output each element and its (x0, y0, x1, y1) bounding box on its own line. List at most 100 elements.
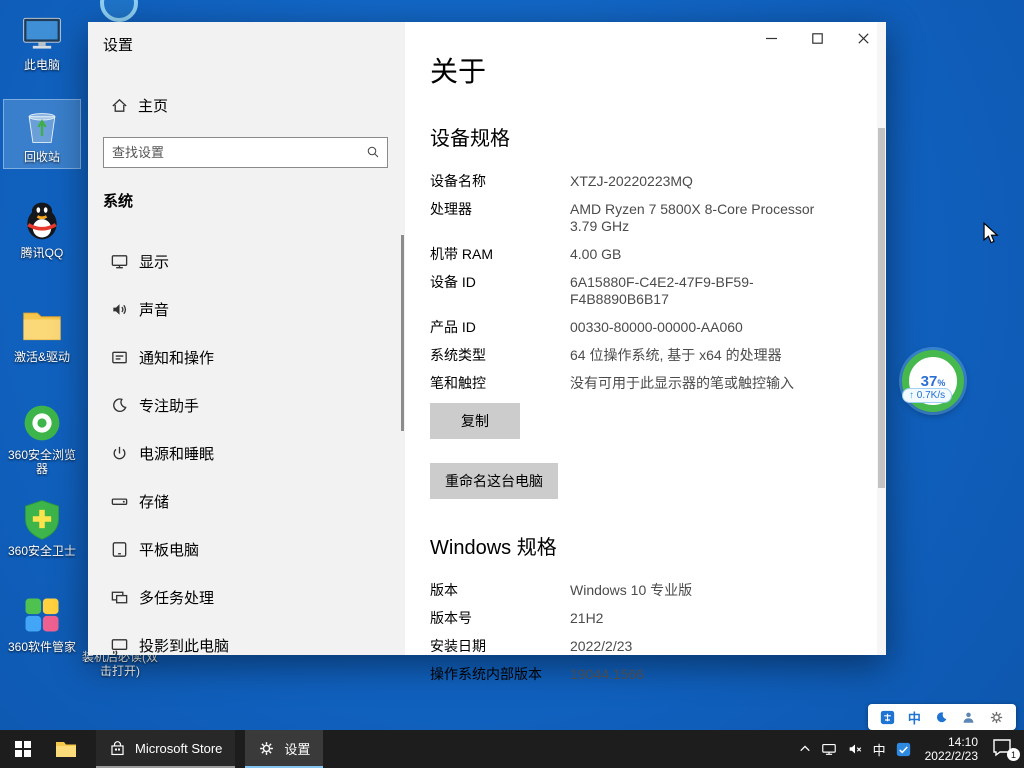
minimize-icon (766, 33, 777, 44)
rename-pc-button[interactable]: 重命名这台电脑 (430, 463, 558, 499)
desktop-icon-qq[interactable]: 腾讯QQ (4, 196, 80, 264)
windows-spec-heading: Windows 规格 (430, 531, 830, 560)
taskbar-app-label: 设置 (284, 739, 310, 758)
start-button[interactable] (0, 730, 46, 768)
device-spec-heading: 设备规格 (430, 122, 830, 151)
sidebar-item-tablet[interactable]: 平板电脑 (88, 525, 405, 573)
sidebar-item-home[interactable]: 主页 (88, 85, 405, 125)
desktop-icon-partial[interactable] (100, 0, 138, 22)
sidebar-nav-list: 显示 声音 通知和操作 专注助手 电源和睡眠 存储 (88, 237, 405, 669)
close-icon (858, 33, 869, 44)
net-speed-bubble: ↑ 0.7K/s (902, 388, 952, 403)
maximize-button[interactable] (794, 22, 840, 54)
person-icon[interactable] (961, 710, 976, 725)
spec-row-os-build: 操作系统内部版本 19044.1566 (430, 666, 830, 683)
360-browser-icon (20, 401, 64, 445)
spec-value: 64 位操作系统, 基于 x64 的处理器 (570, 347, 782, 364)
ime-logo-icon[interactable] (880, 710, 895, 725)
spec-value: 没有可用于此显示器的笔或触控输入 (570, 375, 794, 392)
chevron-up-icon (799, 743, 811, 755)
folder-icon (20, 303, 64, 347)
main-scrollbar-thumb[interactable] (878, 128, 885, 488)
tray-volume-muted[interactable] (847, 730, 863, 768)
close-button[interactable] (840, 22, 886, 54)
sidebar-item-label: 存储 (139, 491, 169, 512)
copy-button[interactable]: 复制 (430, 403, 520, 439)
desktop-icon-label: 此电脑 (24, 58, 60, 72)
spec-value: 21H2 (570, 610, 603, 627)
desktop-icon-360-browser[interactable]: 360安全浏览器 (4, 398, 80, 480)
sidebar-item-multitasking[interactable]: 多任务处理 (88, 573, 405, 621)
spec-row-device-name: 设备名称 XTZJ-20220223MQ (430, 173, 830, 190)
settings-window: 设置 主页 系统 显示 声音 通知和操作 (88, 22, 886, 655)
taskbar-clock[interactable]: 14:10 2022/2/23 (921, 735, 982, 763)
search-icon[interactable] (359, 145, 387, 160)
storage-icon (110, 492, 129, 511)
tray-network-icon[interactable] (821, 730, 837, 768)
desktop-icon-this-pc[interactable]: 此电脑 (4, 8, 80, 76)
spec-row-device-id: 设备 ID 6A15880F-C4E2-47F9-BF59-F4B8890B6B… (430, 274, 830, 308)
volume-muted-icon (847, 741, 863, 757)
notifications-icon (110, 348, 129, 367)
search-input[interactable] (104, 145, 359, 160)
this-pc-icon (20, 11, 64, 55)
percent-sign: % (937, 378, 945, 388)
window-title: 设置 (88, 34, 405, 55)
clock-time: 14:10 (925, 735, 978, 749)
sidebar-item-display[interactable]: 显示 (88, 237, 405, 285)
spec-row-product-id: 产品 ID 00330-80000-00000-AA060 (430, 319, 830, 336)
sound-icon (110, 300, 129, 319)
spec-label: 操作系统内部版本 (430, 666, 570, 683)
360-safe-icon (20, 497, 64, 541)
desktop-icon-label: 腾讯QQ (21, 246, 64, 260)
sidebar-item-storage[interactable]: 存储 (88, 477, 405, 525)
sidebar-item-focus-assist[interactable]: 专注助手 (88, 381, 405, 429)
tray-input-language[interactable]: 中 (873, 730, 886, 768)
sidebar-item-notifications[interactable]: 通知和操作 (88, 333, 405, 381)
spec-value: 00330-80000-00000-AA060 (570, 319, 743, 336)
sidebar-item-label: 电源和睡眠 (139, 443, 214, 464)
net-speed-widget[interactable]: 37% ↑ 0.7K/s (902, 350, 966, 414)
spec-label: 版本 (430, 582, 570, 599)
file-explorer-button[interactable] (46, 730, 86, 768)
upload-arrow-icon: ↑ (909, 390, 914, 401)
spec-value: 6A15880F-C4E2-47F9-BF59-F4B8890B6B17 (570, 274, 830, 308)
taskbar: Microsoft Store 设置 中 14:10 2022/2/23 1 (0, 730, 1024, 768)
taskbar-app-settings[interactable]: 设置 (245, 730, 323, 768)
desktop-icon-recycle-bin[interactable]: 回收站 (4, 100, 80, 168)
gear-icon[interactable] (989, 710, 1004, 725)
minimize-button[interactable] (748, 22, 794, 54)
spec-label: 产品 ID (430, 319, 570, 336)
tray-360-icon[interactable] (896, 730, 911, 768)
maximize-icon (812, 33, 823, 44)
sidebar-scrollbar[interactable] (401, 235, 404, 431)
ime-toolbar: 中 (868, 704, 1016, 730)
action-center-button[interactable]: 1 (992, 738, 1016, 760)
spec-label: 机带 RAM (430, 246, 570, 263)
sidebar-item-label: 显示 (139, 251, 169, 272)
desktop-icon-360-safe[interactable]: 360安全卫士 (4, 494, 80, 562)
desktop-icon-driver-folder[interactable]: 激活&驱动 (4, 300, 80, 368)
spec-row-version: 版本号 21H2 (430, 610, 830, 627)
home-icon (110, 96, 129, 115)
sidebar-item-power-sleep[interactable]: 电源和睡眠 (88, 429, 405, 477)
spec-value-line2: 3.79 GHz (570, 218, 814, 235)
desktop-icon-360-manager[interactable]: 360软件管家 (4, 590, 80, 658)
spec-row-system-type: 系统类型 64 位操作系统, 基于 x64 的处理器 (430, 347, 830, 364)
tray-overflow-chevron[interactable] (799, 730, 811, 768)
sidebar-item-label: 投影到此电脑 (139, 635, 229, 656)
spec-value: Windows 10 专业版 (570, 582, 692, 599)
ime-mode-toggle[interactable]: 中 (908, 708, 921, 727)
system-tray: 中 14:10 2022/2/23 1 (799, 730, 1024, 768)
sidebar-item-sound[interactable]: 声音 (88, 285, 405, 333)
spec-label: 笔和触控 (430, 375, 570, 392)
sidebar-home-label: 主页 (138, 95, 168, 116)
sidebar-item-projecting[interactable]: 投影到此电脑 (88, 621, 405, 669)
moon-icon[interactable] (934, 710, 949, 725)
spec-row-edition: 版本 Windows 10 专业版 (430, 582, 830, 599)
spec-row-pen-touch: 笔和触控 没有可用于此显示器的笔或触控输入 (430, 375, 830, 392)
taskbar-app-microsoft-store[interactable]: Microsoft Store (96, 730, 235, 768)
page-title: 关于 (430, 50, 830, 90)
spec-label: 系统类型 (430, 347, 570, 364)
main-scrollbar-track[interactable] (877, 22, 886, 655)
